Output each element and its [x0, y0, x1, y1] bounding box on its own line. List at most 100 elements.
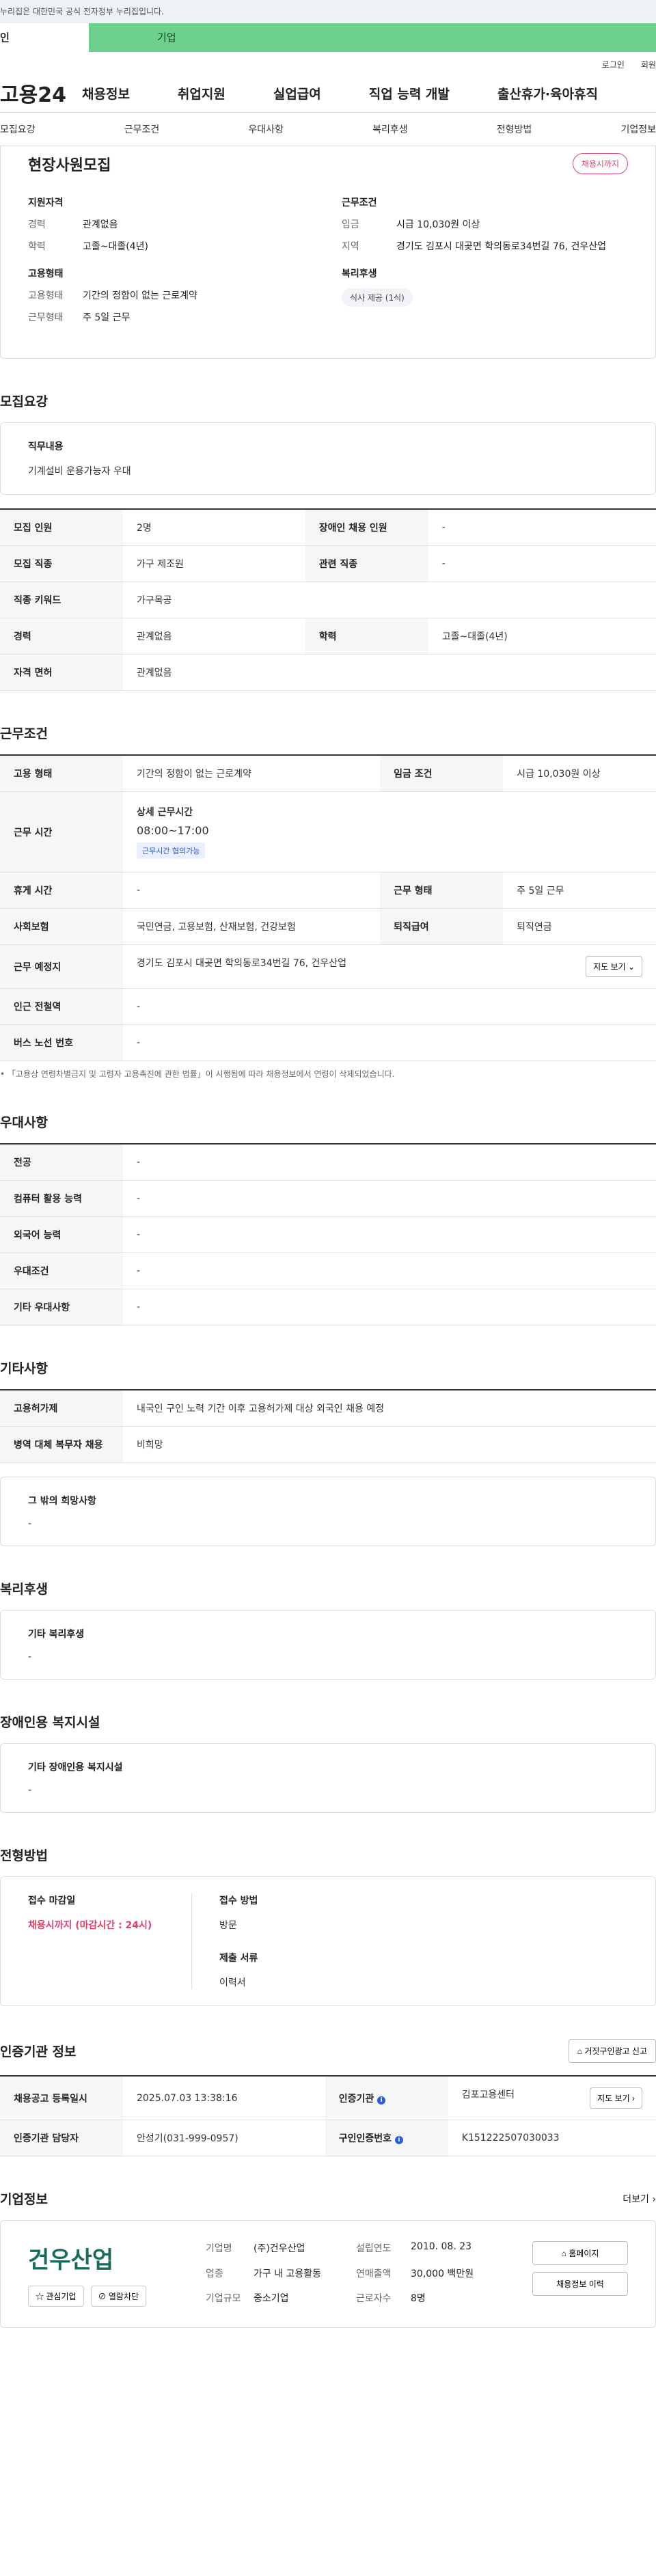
table-row: 전공 -	[0, 1144, 656, 1181]
info-icon[interactable]: i	[377, 2096, 386, 2105]
cell-value: 안성기(031-999-0957)	[123, 2120, 325, 2156]
cell-value: 주 5일 근무	[503, 872, 656, 909]
agency-label: 인증기관	[338, 2093, 374, 2105]
cell-header: 근무 형태	[380, 872, 504, 909]
company-logo: 건우산업	[28, 2247, 114, 2274]
work-table: 고용 형태 기간의 정함이 없는 근로계약 임금 조건 시급 10,030원 이…	[0, 754, 656, 1061]
welfare-section-heading: 복리후생	[0, 1582, 48, 1597]
block-view-button[interactable]: ⊘ 열람차단	[90, 2286, 147, 2307]
other-wishes-value: -	[28, 1518, 32, 1529]
tab-company[interactable]: 기업	[89, 23, 656, 52]
favorite-company-button[interactable]: ☆ 관심기업	[28, 2286, 84, 2307]
agency-table: 채용공고 등록일시 2025.07.03 13:38:16 인증기관 i 김포고…	[0, 2075, 656, 2156]
table-row: 사회보험 국민연금, 고용보험, 산재보험, 건강보험 퇴직급여 퇴직연금	[0, 908, 656, 945]
gnb-jobs[interactable]: 채용정보	[82, 84, 130, 102]
cell-header: 근무 예정지	[0, 944, 123, 989]
duty-card: 직무내용 기계설비 운용가능자 우대	[0, 422, 656, 495]
disability-heading: 장애인용 복지시설	[0, 1715, 100, 1730]
subnav-selection[interactable]: 전형방법	[497, 122, 532, 136]
docs-label: 제출 서류	[219, 1953, 258, 1964]
welfare-tag: 식사 제공 (1식)	[342, 288, 413, 307]
work-heading: 근무조건	[0, 726, 48, 741]
cell-value: 가구목공	[123, 581, 656, 618]
method-label: 접수 방법	[219, 1895, 258, 1906]
recruit-heading: 모집요강	[0, 394, 48, 409]
location-cell: 경기도 김포시 대곶면 학의동로34번길 76, 건우산업 지도 보기 ⌄	[123, 944, 656, 989]
subnav-recruit[interactable]: 모집요강	[0, 122, 36, 136]
cert-no-label-cell: 구인인증번호 i	[325, 2120, 448, 2156]
company-info-key: 업종	[206, 2268, 223, 2279]
login-link[interactable]: 로그인	[602, 59, 625, 74]
company-info-key: 연매출액	[356, 2268, 392, 2279]
history-button[interactable]: 채용정보 이력	[532, 2272, 628, 2296]
table-row: 채용공고 등록일시 2025.07.03 13:38:16 인증기관 i 김포고…	[0, 2076, 656, 2120]
age-law-note: • 「고용상 연령차별금지 및 고령자 고용촉진에 관한 법률」이 시행됨에 따…	[0, 1069, 395, 1079]
home-icon: ⌂	[561, 2249, 566, 2258]
subnav-welfare[interactable]: 복리후생	[372, 122, 408, 136]
homepage-button[interactable]: ⌂ 홈페이지	[532, 2241, 628, 2265]
cell-value: -	[123, 1024, 656, 1061]
tab-person[interactable]: 인	[0, 23, 89, 52]
cell-header: 휴게 시간	[0, 872, 123, 909]
gnb-unemployment-benefit[interactable]: 실업급여	[273, 84, 321, 102]
signup-link[interactable]: 회원	[641, 59, 656, 74]
chevron-right-icon: ›	[652, 2193, 656, 2205]
cell-header: 직종 키워드	[0, 581, 123, 618]
table-row: 외국어 능력 -	[0, 1216, 656, 1253]
table-row: 인증기관 담당자 안성기(031-999-0957) 구인인증번호 i K151…	[0, 2120, 656, 2156]
gnb-parental-leave[interactable]: 출산휴가·육아휴직	[497, 84, 598, 102]
qual-heading: 지원자격	[28, 197, 64, 208]
report-fake-ad-button[interactable]: ⌂ 거짓구인광고 신고	[568, 2039, 656, 2063]
emp-value: 기간의 정함이 없는 근로계약	[83, 290, 197, 301]
cell-header: 학력	[305, 618, 428, 655]
emp-value: 주 5일 근무	[83, 312, 131, 323]
company-card: 건우산업 ☆ 관심기업 ⊘ 열람차단 기업명 (주)건우산업 설립연도 2010. 0…	[0, 2220, 656, 2328]
recruit-table: 모집 인원 2명 장애인 채용 인원 - 모집 직종 가구 제조원 관련 직종 …	[0, 508, 656, 691]
info-icon[interactable]: i	[394, 2136, 403, 2144]
cell-value: -	[123, 1252, 656, 1289]
cell-value: 관계없음	[123, 618, 305, 655]
company-heading: 기업정보	[0, 2192, 48, 2207]
duty-label: 직무내용	[28, 441, 64, 452]
welfare-label: 기타 복리후생	[28, 1629, 85, 1640]
house-icon: ⌂	[577, 2046, 582, 2056]
gov-notice-bar: 누리집은 대한민국 공식 전자정부 누리집입니다.	[0, 0, 656, 23]
agency-map-button[interactable]: 지도 보기 ›	[590, 2087, 642, 2109]
cell-header: 우대조건	[0, 1252, 123, 1289]
gnb-vocational-training[interactable]: 직업 능력 개발	[369, 84, 450, 102]
emp-key: 고용형태	[28, 290, 64, 301]
prefer-heading: 우대사항	[0, 1115, 48, 1130]
disability-value: -	[28, 1785, 32, 1796]
gnb-employment-support[interactable]: 취업지원	[178, 84, 226, 102]
method-value: 방문	[219, 1920, 237, 1931]
company-info-value: 30,000 백만원	[411, 2268, 474, 2279]
company-info-key: 기업규모	[206, 2293, 241, 2305]
qual-value: 고졸~대졸(4년)	[83, 241, 148, 252]
table-row: 인근 전철역 -	[0, 988, 656, 1025]
map-button[interactable]: 지도 보기 ⌄	[586, 956, 642, 977]
cell-header: 장애인 채용 인원	[305, 509, 428, 546]
subnav-prefer[interactable]: 우대사항	[248, 122, 284, 136]
cond-value: 경기도 김포시 대곶면 학의동로34번길 76, 건우산업	[396, 241, 607, 252]
company-info-value: 2010. 08. 23	[411, 2241, 472, 2252]
cell-value: 시급 10,030원 이상	[503, 755, 656, 792]
cond-key: 지역	[342, 241, 359, 252]
cell-header: 임금 조건	[380, 755, 504, 792]
site-logo[interactable]: 고용24	[0, 78, 82, 108]
company-more-label: 더보기	[623, 2193, 649, 2205]
table-row: 직종 키워드 가구목공	[0, 581, 656, 618]
company-more-link[interactable]: 더보기 ›	[623, 2192, 656, 2206]
subnav-company[interactable]: 기업정보	[620, 122, 656, 136]
other-wishes-card: 그 밖의 희망사항 -	[0, 1477, 656, 1546]
cell-header: 전공	[0, 1144, 123, 1181]
company-info-value: (주)건우산업	[254, 2243, 305, 2254]
table-row: 자격 면허 관계없음	[0, 654, 656, 691]
cell-header: 관련 직종	[305, 545, 428, 582]
subnav-work[interactable]: 근무조건	[124, 122, 160, 136]
user-type-tabs: 인 기업	[0, 23, 656, 52]
job-title: 현장사원모집	[28, 157, 111, 174]
cell-value: -	[123, 1289, 656, 1326]
welfare-heading: 복리후생	[342, 269, 377, 279]
selection-card: 접수 마감일 채용시까지 (마감시간 : 24시) 접수 방법 방문 제출 서류…	[0, 1876, 656, 2006]
table-row: 기타 우대사항 -	[0, 1289, 656, 1326]
